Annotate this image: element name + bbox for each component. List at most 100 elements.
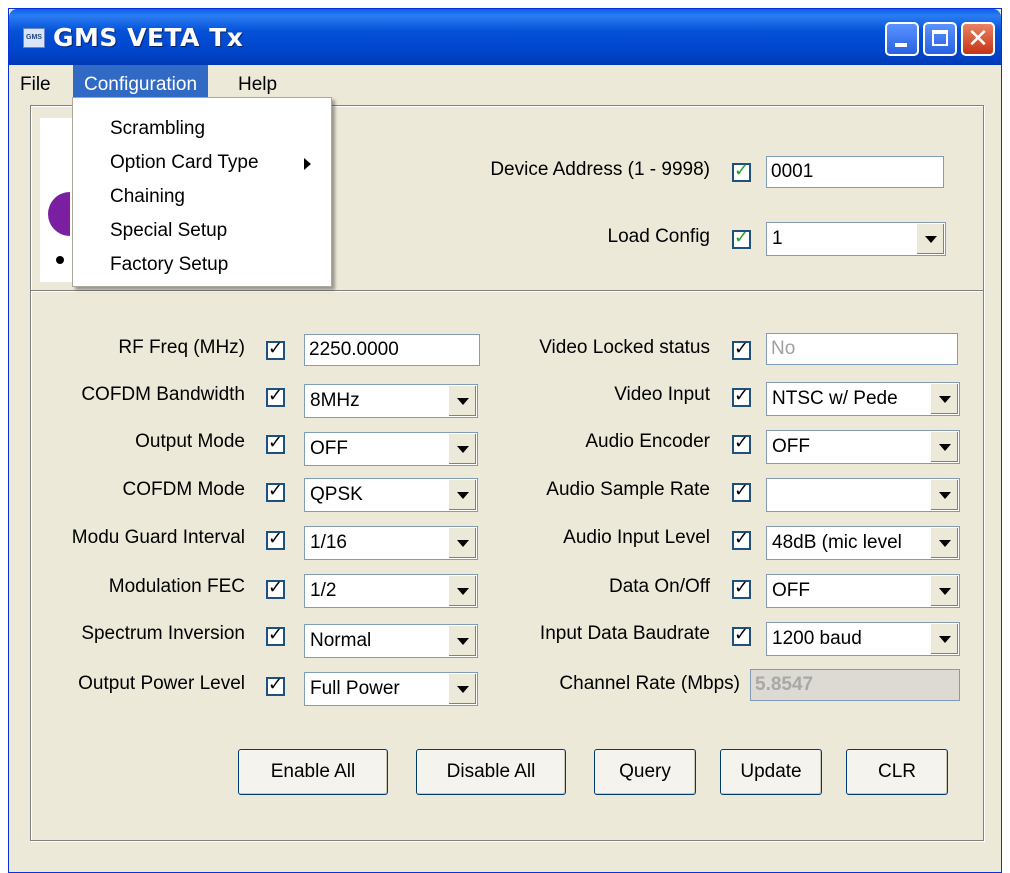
video-locked-input: No	[766, 333, 958, 365]
query-button[interactable]: Query	[594, 749, 696, 795]
maximize-icon	[932, 30, 948, 46]
menu-item-option-card-type[interactable]: Option Card Type	[73, 146, 331, 180]
guard-interval-checkbox[interactable]	[266, 528, 285, 550]
enable-all-button[interactable]: Enable All	[238, 749, 388, 795]
load-config-value: 1	[772, 228, 783, 249]
menu-item-option-card-type-label: Option Card Type	[110, 152, 259, 173]
dropdown-arrow-icon[interactable]	[448, 528, 476, 558]
guard-interval-select[interactable]: 1/16	[304, 526, 478, 560]
load-config-checkbox[interactable]	[732, 227, 751, 249]
audio-encoder-label: Audio Encoder	[585, 431, 710, 452]
title-bar[interactable]: GMS GMS VETA Tx ✕	[9, 9, 1001, 65]
audio-encoder-checkbox[interactable]	[732, 432, 751, 454]
audio-input-level-select[interactable]: 48dB (mic level	[766, 526, 960, 560]
video-locked-checkbox[interactable]	[732, 338, 751, 360]
menu-item-special-setup[interactable]: Special Setup	[73, 214, 331, 248]
close-button[interactable]: ✕	[961, 22, 995, 56]
maximize-button[interactable]	[923, 22, 957, 56]
spectrum-inversion-value: Normal	[310, 630, 372, 651]
cofdm-mode-select[interactable]: QPSK	[304, 478, 478, 512]
load-config-select[interactable]: 1	[766, 222, 946, 256]
spectrum-inversion-select[interactable]: Normal	[304, 624, 478, 658]
output-mode-select[interactable]: OFF	[304, 432, 478, 466]
baudrate-select[interactable]: 1200 baud	[766, 622, 960, 656]
dropdown-arrow-icon[interactable]	[930, 528, 958, 558]
rf-freq-checkbox[interactable]	[266, 338, 285, 360]
video-locked-label: Video Locked status	[539, 337, 710, 358]
window-title: GMS VETA Tx	[53, 23, 244, 52]
dropdown-arrow-icon[interactable]	[930, 480, 958, 510]
output-power-checkbox[interactable]	[266, 674, 285, 696]
minimize-icon	[895, 43, 907, 47]
rf-freq-label: RF Freq (MHz)	[118, 337, 245, 358]
dropdown-arrow-icon[interactable]	[930, 384, 958, 414]
modulation-fec-label: Modulation FEC	[108, 576, 245, 597]
video-input-value: NTSC w/ Pede	[772, 388, 898, 409]
video-input-checkbox[interactable]	[732, 385, 751, 407]
audio-sample-rate-select[interactable]	[766, 478, 960, 512]
dropdown-arrow-icon[interactable]	[448, 626, 476, 656]
modulation-fec-value: 1/2	[310, 580, 337, 601]
baudrate-label: Input Data Baudrate	[539, 623, 710, 644]
data-onoff-label: Data On/Off	[608, 576, 710, 597]
app-logo-icon: GMS	[23, 28, 45, 48]
close-icon: ✕	[967, 24, 989, 54]
baudrate-value: 1200 baud	[772, 628, 862, 649]
audio-encoder-select[interactable]: OFF	[766, 430, 960, 464]
spectrum-inversion-checkbox[interactable]	[266, 624, 285, 646]
audio-sample-rate-label: Audio Sample Rate	[546, 479, 710, 500]
guard-interval-label: Modu Guard Interval	[71, 527, 245, 548]
rf-freq-input[interactable]: 2250.0000	[304, 334, 480, 366]
modulation-fec-checkbox[interactable]	[266, 577, 285, 599]
clr-button[interactable]: CLR	[846, 749, 948, 795]
cofdm-mode-label: COFDM Mode	[122, 479, 245, 500]
dropdown-arrow-icon[interactable]	[448, 674, 476, 704]
device-address-checkbox[interactable]	[732, 160, 751, 182]
baudrate-checkbox[interactable]	[732, 624, 751, 646]
audio-input-level-label: Audio Input Level	[563, 527, 710, 548]
modulation-fec-select[interactable]: 1/2	[304, 574, 478, 608]
dropdown-arrow-icon[interactable]	[448, 480, 476, 510]
load-config-label: Load Config	[607, 226, 710, 247]
output-mode-value: OFF	[310, 438, 348, 459]
channel-rate-output: 5.8547	[750, 669, 960, 701]
output-mode-label: Output Mode	[135, 431, 245, 452]
output-power-label: Output Power Level	[78, 673, 245, 694]
submenu-arrow-icon	[304, 158, 311, 170]
audio-input-level-checkbox[interactable]	[732, 528, 751, 550]
dropdown-arrow-icon[interactable]	[448, 434, 476, 464]
configuration-menu: Scrambling Option Card Type Chaining Spe…	[72, 97, 332, 287]
output-mode-checkbox[interactable]	[266, 432, 285, 454]
device-address-input[interactable]: 0001	[766, 156, 944, 188]
output-power-value: Full Power	[310, 678, 400, 699]
cofdm-bandwidth-select[interactable]: 8MHz	[304, 384, 478, 418]
update-button[interactable]: Update	[720, 749, 822, 795]
data-onoff-select[interactable]: OFF	[766, 574, 960, 608]
dropdown-arrow-icon[interactable]	[916, 224, 944, 254]
cofdm-mode-value: QPSK	[310, 484, 363, 505]
disable-all-button[interactable]: Disable All	[416, 749, 566, 795]
menu-item-scrambling[interactable]: Scrambling	[73, 112, 331, 146]
video-input-select[interactable]: NTSC w/ Pede	[766, 382, 960, 416]
minimize-button[interactable]	[885, 22, 919, 56]
dropdown-arrow-icon[interactable]	[448, 386, 476, 416]
audio-sample-rate-checkbox[interactable]	[732, 480, 751, 502]
cofdm-mode-checkbox[interactable]	[266, 480, 285, 502]
spectrum-inversion-label: Spectrum Inversion	[81, 623, 245, 644]
dropdown-arrow-icon[interactable]	[930, 624, 958, 654]
dropdown-arrow-icon[interactable]	[448, 576, 476, 606]
dropdown-arrow-icon[interactable]	[930, 576, 958, 606]
audio-encoder-value: OFF	[772, 436, 810, 457]
audio-input-level-value: 48dB (mic level	[772, 532, 902, 553]
guard-interval-value: 1/16	[310, 532, 347, 553]
menu-file[interactable]: File	[9, 65, 62, 105]
data-onoff-checkbox[interactable]	[732, 577, 751, 599]
data-onoff-value: OFF	[772, 580, 810, 601]
dropdown-arrow-icon[interactable]	[930, 432, 958, 462]
cofdm-bandwidth-value: 8MHz	[310, 390, 360, 411]
menu-item-factory-setup[interactable]: Factory Setup	[73, 248, 331, 282]
cofdm-bandwidth-checkbox[interactable]	[266, 385, 285, 407]
output-power-select[interactable]: Full Power	[304, 672, 478, 706]
menu-item-chaining[interactable]: Chaining	[73, 180, 331, 214]
video-input-label: Video Input	[614, 384, 710, 405]
